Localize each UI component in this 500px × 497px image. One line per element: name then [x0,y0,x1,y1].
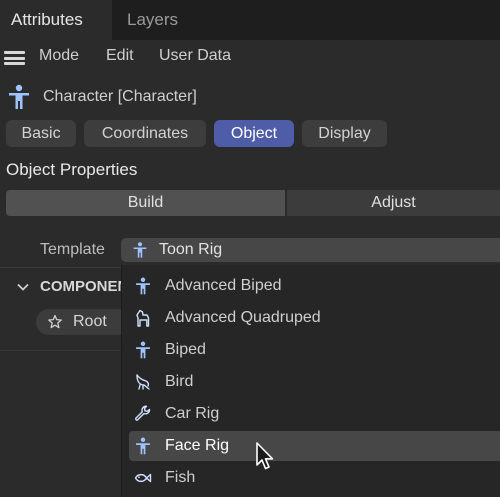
dropdown-item-label: Face Rig [165,437,230,454]
menu-mode[interactable]: Mode [39,40,79,72]
wrench-icon [134,405,152,423]
section-title: Object Properties [6,160,138,179]
dropdown-item-bird[interactable]: Bird [129,367,500,397]
menu-edit[interactable]: Edit [106,40,134,72]
dropdown-item-fish[interactable]: Fish [129,463,500,493]
dropdown-item-face-rig[interactable]: Face Rig [129,431,500,461]
template-dropdown[interactable]: Toon Rig [121,238,500,262]
panel-tab-bar: Attributes Layers [0,0,500,40]
build-button[interactable]: Build [6,190,285,216]
tab-basic[interactable]: Basic [6,120,76,147]
tab-object[interactable]: Object [214,120,294,147]
dropdown-item-biped[interactable]: Biped [129,335,500,365]
divider [0,350,121,351]
dropdown-item-label: Advanced Quadruped [165,309,321,326]
dropdown-item-label: Bird [165,373,194,390]
tab-layers[interactable]: Layers [127,0,237,40]
dropdown-item-label: Car Rig [165,405,220,422]
dropdown-item-label: Advanced Biped [165,277,282,294]
biped-icon [134,341,152,359]
mouse-cursor-icon [255,441,277,471]
hamburger-icon[interactable] [4,51,25,65]
dropdown-item-advanced-quadruped[interactable]: Advanced Quadruped [129,303,500,333]
dropdown-item-car-rig[interactable]: Car Rig [129,399,500,429]
components-header[interactable]: COMPONENTS [0,275,121,299]
bird-icon [134,373,152,391]
tab-coordinates[interactable]: Coordinates [84,120,206,147]
object-header: Character [Character] [0,80,500,114]
template-label: Template [40,241,105,258]
root-component[interactable]: Root [36,309,121,335]
character-icon [133,241,147,259]
template-value: Toon Rig [159,241,223,258]
dropdown-item-label: Biped [165,341,206,358]
tab-attributes[interactable]: Attributes [0,0,112,40]
quadruped-icon [134,309,152,327]
template-row: Template Toon Rig [0,236,500,263]
dropdown-item-advanced-biped[interactable]: Advanced Biped [129,271,500,301]
menu-user-data[interactable]: User Data [159,40,231,72]
template-dropdown-list: Advanced Biped Advanced Quadruped Biped … [121,265,500,497]
tab-display[interactable]: Display [302,120,387,147]
star-outline-icon [47,314,63,330]
object-title: Character [Character] [43,88,197,105]
root-label: Root [73,313,107,330]
dropdown-item-label: Fish [165,469,196,486]
components-label: COMPONENTS [40,278,121,295]
biped-icon [134,437,152,455]
divider [0,267,121,268]
menu-bar: Mode Edit User Data [0,40,500,72]
character-icon [8,84,30,110]
chevron-down-icon [17,281,29,293]
fish-icon [134,469,152,487]
biped-icon [134,277,152,295]
adjust-button[interactable]: Adjust [287,190,500,216]
